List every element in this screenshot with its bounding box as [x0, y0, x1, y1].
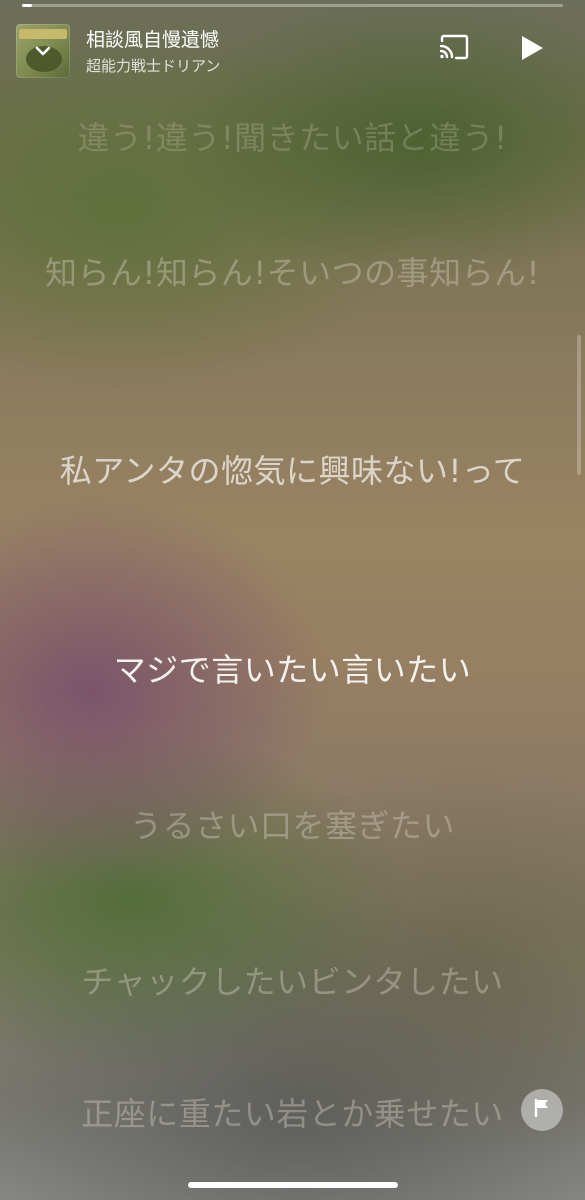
- cast-icon: [438, 34, 470, 64]
- chevron-down-icon[interactable]: [30, 38, 56, 64]
- song-title[interactable]: 相談風自慢遺憾: [86, 25, 219, 52]
- lyric-line[interactable]: 違う!違う!聞きたい話と違う!: [28, 113, 557, 163]
- lyrics-scrollbar[interactable]: [577, 335, 581, 475]
- lyrics-screen: 相談風自慢遺憾 超能力戦士ドリアン 違う!違う!聞きたい話と違う! 知らん!知ら: [0, 0, 585, 1200]
- lyric-line[interactable]: 正座に重たい岩とか乗せたい: [28, 1089, 557, 1139]
- play-button[interactable]: [514, 32, 550, 68]
- lyric-line[interactable]: うるさい口を塞ぎたい: [28, 801, 557, 851]
- lyric-line[interactable]: 知らん!知らん!そいつの事知らん!: [28, 248, 557, 298]
- lyric-line-current[interactable]: マジで言いたい言いたい: [28, 645, 557, 695]
- lyric-line[interactable]: 私アンタの惚気に興味ない!って: [28, 446, 557, 496]
- lyric-line[interactable]: チャックしたいビンタしたい: [28, 957, 557, 1007]
- flag-icon: [533, 1098, 551, 1122]
- report-lyrics-button[interactable]: [521, 1089, 563, 1131]
- cast-button[interactable]: [436, 34, 472, 64]
- home-indicator[interactable]: [188, 1182, 398, 1188]
- artist-name[interactable]: 超能力戦士ドリアン: [86, 55, 220, 76]
- play-icon: [519, 34, 545, 66]
- player-header: 相談風自慢遺憾 超能力戦士ドリアン: [0, 0, 585, 100]
